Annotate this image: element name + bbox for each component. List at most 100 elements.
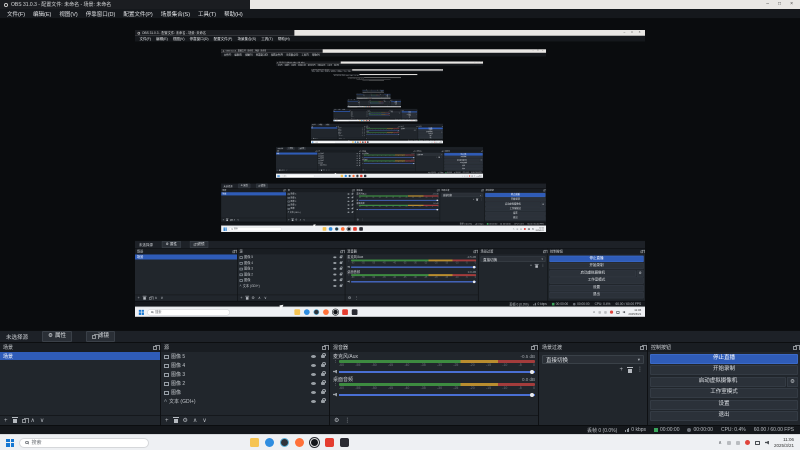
mixer-channel-mic: 麦克风/Aux -0.5 dB ⋮ -60-55-50-45-40-35-30-…: [355, 192, 440, 202]
visibility-eye-icon[interactable]: [311, 391, 316, 394]
trash-icon: [475, 198, 479, 201]
speaker-mute-icon[interactable]: [333, 369, 337, 374]
source-row[interactable]: 图像 4: [161, 361, 329, 370]
source-filters-button[interactable]: 滤镜: [85, 331, 115, 342]
menu-view[interactable]: 视图(V): [55, 10, 81, 18]
lock-icon[interactable]: [321, 371, 326, 376]
monitor-icon[interactable]: [754, 440, 760, 445]
start-virtual-camera-button[interactable]: 启动虚拟摄像机: [650, 376, 786, 387]
taskbar-clock[interactable]: 11:06 2025/3/21: [774, 437, 794, 448]
tray-icon: [464, 175, 466, 177]
lock-icon[interactable]: [321, 398, 326, 403]
sources-dock: 源 图像 5 图像 4 图像 3: [317, 150, 362, 172]
red-app-icon[interactable]: [325, 438, 334, 447]
visibility-eye-icon[interactable]: [311, 400, 316, 403]
firefox-icon[interactable]: [295, 438, 304, 447]
menu-file[interactable]: 文件(F): [3, 10, 29, 18]
popout-icon[interactable]: [793, 344, 800, 350]
start-recording-button[interactable]: 开始录制: [650, 365, 798, 375]
popout-icon[interactable]: [322, 344, 329, 350]
volume-slider[interactable]: [339, 392, 535, 398]
lock-icon[interactable]: [321, 362, 326, 367]
mixer-channel-mic: 麦克风/Aux -0.5 dB ⋮ -60-55-50-45-40-35-30-…: [330, 352, 538, 375]
menu-edit[interactable]: 编辑(E): [29, 10, 55, 18]
close-button[interactable]: ×: [790, 2, 793, 7]
channel-menu-icon[interactable]: ⋮: [333, 359, 338, 364]
scene-list-item[interactable]: 场景: [0, 352, 160, 360]
remove-source-button[interactable]: [172, 417, 179, 423]
studio-mode-button: 工作室模式: [485, 206, 546, 211]
popout-icon[interactable]: [640, 344, 647, 350]
start-button[interactable]: [6, 438, 14, 447]
minimize-button[interactable]: –: [766, 2, 769, 7]
preview-canvas: OBS 31.0.3 - 配置文件: 未命名 - 场景: 未命名 – □ × 文…: [333, 76, 418, 109]
source-row[interactable]: A 文本 (GDI+): [161, 397, 329, 406]
preview-viewport[interactable]: OBS 31.0.3 - 配置文件: 未命名 - 场景: 未命名 – □ × 文…: [135, 30, 645, 317]
volume-slider[interactable]: [339, 369, 535, 375]
add-scene-button[interactable]: +: [4, 418, 8, 424]
source-properties-button[interactable]: ⚙ 属性: [42, 331, 72, 342]
obs-taskbar-icon[interactable]: [309, 437, 320, 448]
remove-scene-button[interactable]: [11, 417, 18, 423]
visibility-eye-icon[interactable]: [311, 364, 316, 367]
lock-icon[interactable]: [321, 380, 326, 385]
stop-streaming-button[interactable]: 停止直播: [650, 353, 798, 364]
transition-select[interactable]: 直接切换 ▾: [542, 355, 644, 364]
file-explorer-icon[interactable]: [250, 438, 259, 447]
tray-chevron-icon[interactable]: ∧: [718, 440, 722, 446]
remove-transition-button[interactable]: [627, 366, 633, 373]
clock-date: 2025/3/21: [773, 442, 794, 448]
tray-icon[interactable]: [735, 440, 740, 445]
file-explorer-icon: [352, 141, 354, 143]
scenes-dock: 场景 场景 + ∧ ∨: [347, 100, 359, 106]
remove-scene-button: [278, 169, 281, 171]
browser-icon[interactable]: [280, 438, 289, 447]
source-up-button[interactable]: ∧: [193, 418, 197, 424]
source-row[interactable]: 图像: [161, 388, 329, 397]
tray-icon[interactable]: [726, 440, 731, 445]
source-down-button[interactable]: ∨: [202, 418, 206, 424]
transition-menu-icon[interactable]: ⋮: [637, 367, 643, 373]
taskbar-search[interactable]: 搜索: [19, 437, 149, 448]
popout-icon[interactable]: [153, 344, 160, 350]
preview-canvas[interactable]: OBS 31.0.3 - 配置文件: 未命名 - 场景: 未命名 – □ × 文…: [0, 19, 800, 330]
edge-icon[interactable]: [265, 438, 274, 447]
virtual-camera-settings-button[interactable]: ⚙: [787, 376, 798, 387]
mixer-menu-icon[interactable]: ⋮: [344, 418, 350, 424]
slider-handle[interactable]: [530, 393, 534, 397]
lock-icon[interactable]: [321, 353, 326, 358]
exit-button[interactable]: 退出: [650, 411, 798, 421]
channel-menu-icon[interactable]: ⋮: [333, 382, 338, 387]
menu-profile[interactable]: 配置文件(P): [119, 10, 156, 18]
lock-icon[interactable]: [321, 389, 326, 394]
scene-filters-button[interactable]: [21, 417, 29, 423]
visibility-eye-icon[interactable]: [311, 355, 316, 358]
preview-viewport: OBS 31.0.3 - 配置文件: 未命名 - 场景: 未命名 – □ × 文…: [275, 61, 484, 178]
source-row[interactable]: 图像 2: [161, 379, 329, 388]
studio-mode-button[interactable]: 工作室模式: [650, 388, 798, 398]
tray-recording-icon[interactable]: [744, 440, 750, 445]
source-row[interactable]: 图像 5: [161, 352, 329, 361]
visibility-eye-icon[interactable]: [311, 382, 316, 385]
scene-up-button[interactable]: ∧: [31, 418, 35, 424]
speaker-mute-icon[interactable]: [333, 392, 337, 397]
dark-app-icon[interactable]: [340, 438, 349, 447]
add-transition-button[interactable]: +: [619, 367, 623, 373]
popout-icon[interactable]: [531, 344, 538, 350]
volume-icon[interactable]: [764, 440, 769, 445]
source-row[interactable]: 图像 3: [161, 370, 329, 379]
menu-scene-collection[interactable]: 场景集合(S): [157, 10, 194, 18]
taskbar-clock: 11:06 2025/3/21: [476, 175, 481, 178]
scene-down-button[interactable]: ∨: [40, 418, 44, 424]
menu-tools[interactable]: 工具(T): [194, 10, 220, 18]
visibility-eye-icon[interactable]: [311, 373, 316, 376]
maximize-button[interactable]: □: [778, 2, 781, 7]
settings-button[interactable]: 设置: [650, 399, 798, 410]
add-source-button[interactable]: +: [165, 418, 169, 424]
slider-handle[interactable]: [530, 370, 534, 374]
mixer-toolbar-icon[interactable]: ⚙: [334, 418, 339, 424]
source-properties-gear-button[interactable]: ⚙: [183, 418, 188, 424]
menu-help[interactable]: 帮助(H): [220, 10, 247, 18]
popout-icon: [351, 189, 355, 192]
menu-docks[interactable]: 停靠窗口(D): [82, 10, 120, 18]
